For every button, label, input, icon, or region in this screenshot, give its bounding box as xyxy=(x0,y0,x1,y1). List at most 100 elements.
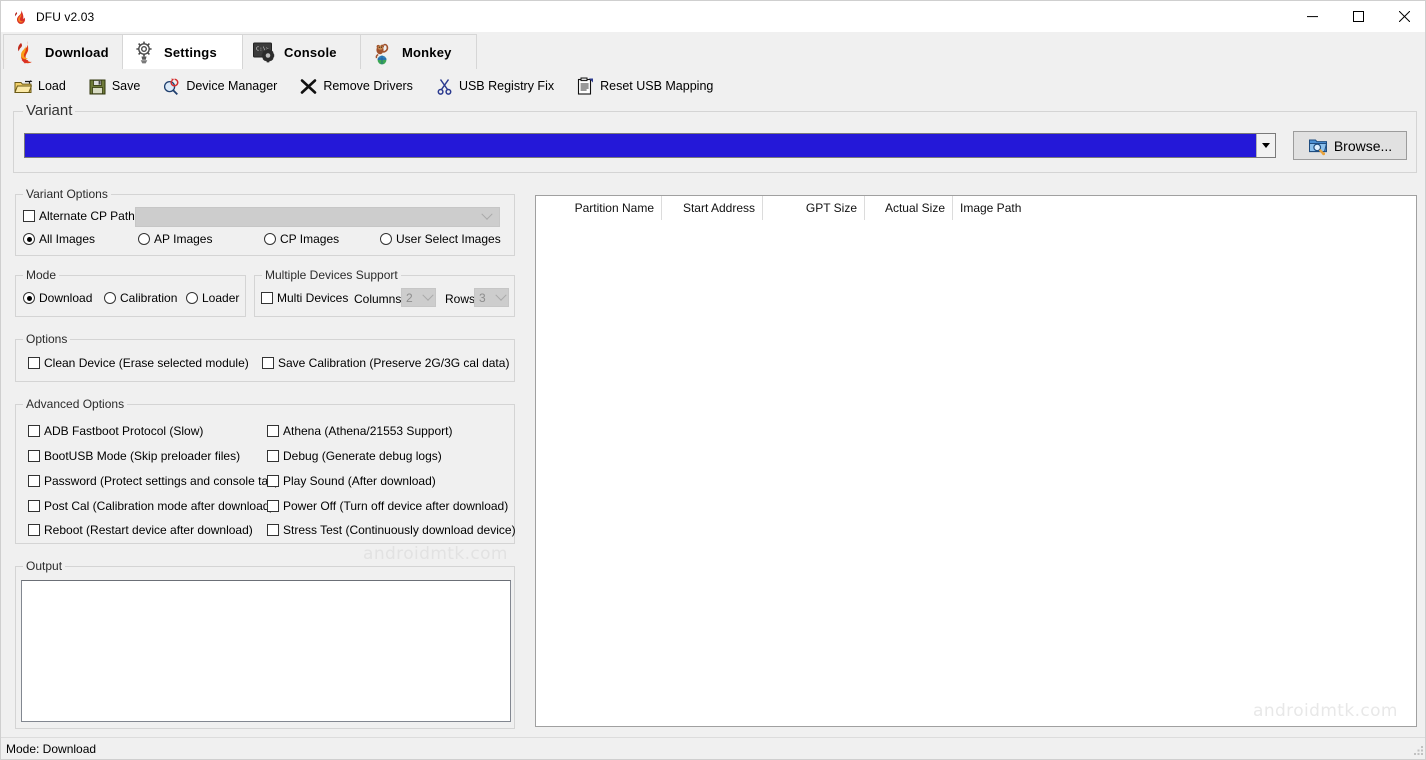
toolbar-load-button[interactable]: Load xyxy=(7,73,73,99)
close-button[interactable] xyxy=(1381,1,1426,32)
alternate-cp-path-combobox[interactable] xyxy=(135,207,500,227)
toolbar-label-usb-registry-fix: USB Registry Fix xyxy=(459,79,554,93)
radio-circle xyxy=(138,233,150,245)
rows-combobox-value[interactable]: 3 xyxy=(475,289,493,306)
toolbar-label-save: Save xyxy=(112,79,141,93)
chevron-down-icon xyxy=(1262,143,1270,148)
radio-label-mode-calibration: Calibration xyxy=(120,291,177,305)
column-header-partition-name[interactable]: Partition Name xyxy=(536,196,662,220)
window-controls xyxy=(1289,1,1426,32)
toolbar-device-manager-button[interactable]: Device Manager xyxy=(155,73,284,99)
minimize-button[interactable] xyxy=(1289,1,1335,32)
radio-mode-calibration[interactable]: Calibration xyxy=(104,291,177,305)
variant-combobox-value[interactable] xyxy=(25,134,1256,157)
password-checkbox[interactable]: Password (Protect settings and console t… xyxy=(28,474,279,488)
checkbox-box xyxy=(267,425,279,437)
folder-search-icon xyxy=(1308,136,1328,156)
clean-device-checkbox[interactable]: Clean Device (Erase selected module) xyxy=(28,356,249,370)
browse-button[interactable]: Browse... xyxy=(1293,131,1407,160)
radio-mode-loader[interactable]: Loader xyxy=(186,291,239,305)
variant-options-group: Variant Options Alternate CP Path All Im… xyxy=(15,194,515,256)
title-bar: DFU v2.03 xyxy=(1,1,1426,32)
output-textarea[interactable] xyxy=(21,580,511,722)
partition-list-view[interactable]: Partition Name Start Address GPT Size Ac… xyxy=(535,195,1417,727)
power-off-checkbox[interactable]: Power Off (Turn off device after downloa… xyxy=(267,499,508,513)
maximize-button[interactable] xyxy=(1335,1,1381,32)
adb-fastboot-checkbox[interactable]: ADB Fastboot Protocol (Slow) xyxy=(28,424,203,438)
play-sound-checkbox[interactable]: Play Sound (After download) xyxy=(267,474,436,488)
toolbar-label-device-manager: Device Manager xyxy=(186,79,277,93)
radio-circle xyxy=(186,292,198,304)
multiple-devices-group: Multiple Devices Support Multi Devices C… xyxy=(254,275,515,317)
chevron-down-icon xyxy=(422,289,433,300)
toolbar-usb-registry-fix-button[interactable]: USB Registry Fix xyxy=(428,73,561,99)
toolbar-remove-drivers-button[interactable]: Remove Drivers xyxy=(292,73,420,99)
x-cross-icon xyxy=(299,77,318,96)
rows-combobox[interactable]: 3 xyxy=(474,288,509,307)
radio-ap-images[interactable]: AP Images xyxy=(138,232,212,246)
columns-combobox[interactable]: 2 xyxy=(401,288,436,307)
adb-fastboot-label: ADB Fastboot Protocol (Slow) xyxy=(44,424,203,438)
scissors-icon xyxy=(435,77,454,96)
tab-monkey[interactable]: Monkey xyxy=(360,34,477,69)
radio-user-select-images[interactable]: User Select Images xyxy=(380,232,501,246)
alternate-cp-path-combobox-arrow[interactable] xyxy=(475,208,499,226)
checkbox-box xyxy=(262,357,274,369)
post-cal-checkbox[interactable]: Post Cal (Calibration mode after downloa… xyxy=(28,499,273,513)
mode-group: Mode Download Calibration Loader xyxy=(15,275,246,317)
watermark-right: androidmtk.com xyxy=(1253,701,1398,721)
chevron-down-icon xyxy=(495,289,506,300)
clean-device-label: Clean Device (Erase selected module) xyxy=(44,356,249,370)
tab-label-monkey: Monkey xyxy=(402,45,466,60)
watermark-left: androidmtk.com xyxy=(363,544,508,564)
debug-checkbox[interactable]: Debug (Generate debug logs) xyxy=(267,449,442,463)
alternate-cp-path-checkbox[interactable]: Alternate CP Path xyxy=(23,209,135,223)
toolbar-label-remove-drivers: Remove Drivers xyxy=(323,79,413,93)
monkey-icon xyxy=(369,39,395,65)
partition-table-body[interactable] xyxy=(536,220,1416,726)
variant-combobox[interactable] xyxy=(24,133,1276,158)
column-header-actual-size[interactable]: Actual Size xyxy=(865,196,953,220)
columns-combobox-arrow[interactable] xyxy=(420,289,435,306)
tab-console[interactable]: C:\> Console xyxy=(242,34,361,69)
checkbox-box xyxy=(23,210,35,222)
floppy-disk-icon xyxy=(88,77,107,96)
options-group: Options Clean Device (Erase selected mod… xyxy=(15,339,515,382)
radio-circle xyxy=(23,292,35,304)
rows-combobox-arrow[interactable] xyxy=(493,289,508,306)
variant-options-legend: Variant Options xyxy=(23,187,111,201)
save-calibration-checkbox[interactable]: Save Calibration (Preserve 2G/3G cal dat… xyxy=(262,356,509,370)
magnifier-refresh-icon xyxy=(162,77,181,96)
radio-all-images[interactable]: All Images xyxy=(23,232,95,246)
radio-cp-images[interactable]: CP Images xyxy=(264,232,339,246)
tab-label-download: Download xyxy=(45,45,123,60)
debug-label: Debug (Generate debug logs) xyxy=(283,449,442,463)
toolbar-save-button[interactable]: Save xyxy=(81,73,148,99)
columns-combobox-value[interactable]: 2 xyxy=(402,289,420,306)
radio-mode-download[interactable]: Download xyxy=(23,291,92,305)
checkbox-box xyxy=(28,524,40,536)
alternate-cp-path-combobox-value[interactable] xyxy=(136,208,475,226)
variant-combobox-arrow[interactable] xyxy=(1256,134,1275,157)
radio-circle xyxy=(380,233,392,245)
athena-checkbox[interactable]: Athena (Athena/21553 Support) xyxy=(267,424,452,438)
multi-devices-checkbox[interactable]: Multi Devices xyxy=(261,291,348,305)
resize-grip-icon[interactable] xyxy=(1412,744,1424,756)
play-sound-label: Play Sound (After download) xyxy=(283,474,436,488)
checkbox-box xyxy=(28,475,40,487)
window-title: DFU v2.03 xyxy=(36,10,94,24)
toolbar-reset-usb-mapping-button[interactable]: Reset USB Mapping xyxy=(569,73,720,99)
stress-test-checkbox[interactable]: Stress Test (Continuously download devic… xyxy=(267,523,516,537)
athena-label: Athena (Athena/21553 Support) xyxy=(283,424,452,438)
tab-settings[interactable]: Settings xyxy=(122,34,243,69)
column-header-image-path[interactable]: Image Path xyxy=(953,196,1153,220)
advanced-options-group: Advanced Options ADB Fastboot Protocol (… xyxy=(15,404,515,544)
reboot-checkbox[interactable]: Reboot (Restart device after download) xyxy=(28,523,253,537)
bootusb-mode-label: BootUSB Mode (Skip preloader files) xyxy=(44,449,240,463)
browse-button-label: Browse... xyxy=(1334,138,1392,154)
bootusb-mode-checkbox[interactable]: BootUSB Mode (Skip preloader files) xyxy=(28,449,240,463)
radio-circle xyxy=(104,292,116,304)
column-header-gpt-size[interactable]: GPT Size xyxy=(763,196,865,220)
column-header-start-address[interactable]: Start Address xyxy=(662,196,763,220)
tab-download[interactable]: Download xyxy=(3,34,123,69)
